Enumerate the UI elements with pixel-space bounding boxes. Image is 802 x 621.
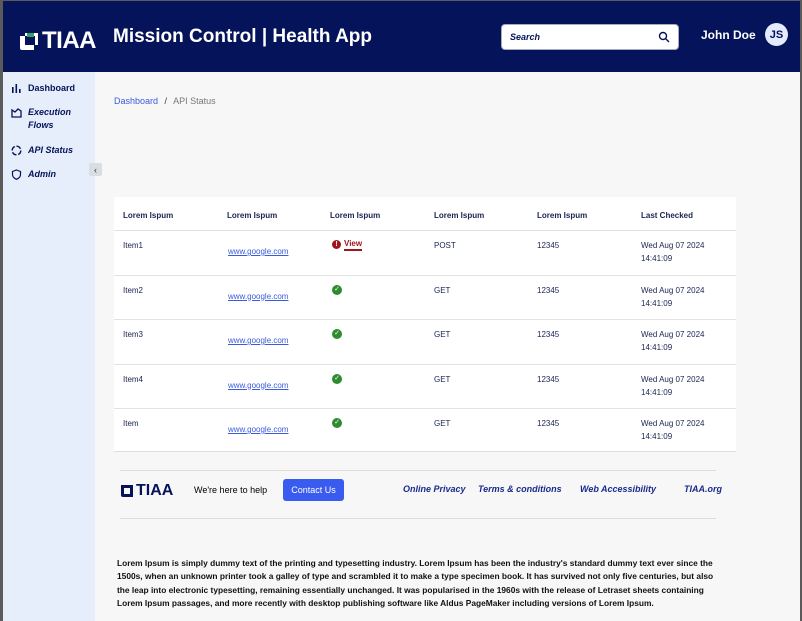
avatar[interactable]: JS <box>765 23 788 46</box>
last-checked-date: Wed Aug 07 2024 <box>641 241 705 250</box>
tiaa-logo-icon <box>20 32 38 50</box>
collapse-sidebar-button[interactable]: ‹ <box>89 163 102 176</box>
last-checked-date: Wed Aug 07 2024 <box>641 285 705 295</box>
help-text: We're here to help <box>194 485 268 495</box>
status-cell: ✓ <box>332 328 342 339</box>
last-checked-time: 14:41:09 <box>641 298 673 308</box>
status-cell[interactable]: ! View <box>332 239 363 251</box>
app-window: TIAA Mission Control | Health App Search… <box>3 1 800 621</box>
sidebar-item-label: Admin <box>28 169 56 179</box>
footer-text: Lorem Ipsum is simply dummy text of the … <box>117 558 714 608</box>
column-header[interactable]: Lorem Ispum <box>434 211 484 220</box>
sidebar-item-label: Dashboard <box>28 83 76 93</box>
response-code: 12345 <box>537 374 560 384</box>
last-checked-date: Wed Aug 07 2024 <box>641 330 705 339</box>
breadcrumb-current: API Status <box>173 96 216 106</box>
divider <box>120 518 716 519</box>
url-text[interactable]: www.google.com <box>228 381 288 390</box>
footer-logo-text: TIAA <box>136 482 174 499</box>
search-input[interactable]: Search <box>501 24 679 50</box>
response-code: 12345 <box>537 330 560 339</box>
search-icon[interactable] <box>658 31 670 43</box>
status-ring-icon <box>11 145 22 156</box>
column-header[interactable]: Lorem Ispum <box>227 211 277 220</box>
api-status-table: Lorem Ispum Lorem Ispum Lorem Ispum Lorem I… <box>114 197 736 452</box>
sidebar-item-dashboard[interactable]: Dashboard <box>11 82 75 95</box>
sidebar-item-api-status[interactable]: API Status <box>11 144 73 157</box>
http-method: GET <box>434 419 451 428</box>
url-text[interactable]: www.google.com <box>228 425 288 434</box>
online-privacy-link[interactable]: Online Privacy <box>403 484 466 494</box>
web-accessibility-link[interactable]: Web Accessibility <box>580 484 656 494</box>
tiaa-logo-icon <box>121 485 133 497</box>
breadcrumb-separator: / <box>164 96 168 106</box>
error-icon: ! <box>332 240 341 249</box>
http-method: GET <box>434 330 451 339</box>
row-divider <box>114 363 736 365</box>
response-code: 12345 <box>537 285 560 295</box>
bar-chart-icon <box>12 84 21 93</box>
shield-icon <box>11 169 22 180</box>
http-method: GET <box>434 374 451 384</box>
status-cell: ✓ <box>332 373 342 384</box>
url-link[interactable]: www.google.com <box>228 336 288 345</box>
last-checked-date: Wed Aug 07 2024 <box>641 419 705 428</box>
column-header[interactable]: Lorem Ispum <box>123 211 173 220</box>
check-circle-icon: ✓ <box>332 418 342 428</box>
status-cell: ✓ <box>332 417 342 428</box>
terms-link[interactable]: Terms & conditions <box>478 484 562 494</box>
url-link[interactable]: www.google.com <box>228 425 288 434</box>
check-circle-icon: ✓ <box>332 373 342 384</box>
search-placeholder: Search <box>510 32 541 42</box>
row-divider <box>114 230 736 231</box>
contact-us-button[interactable]: Contact Us <box>283 479 344 501</box>
sidebar-item-admin[interactable]: Admin <box>11 168 56 181</box>
item-name: Item <box>123 419 139 428</box>
sidebar-item-label: API Status <box>28 145 74 155</box>
sidebar-item-execution-flows[interactable]: Execution Flows <box>11 106 81 132</box>
user-name[interactable]: John Doe <box>701 28 756 42</box>
response-code: 12345 <box>537 241 560 250</box>
tiaa-logo[interactable]: TIAA <box>20 27 97 55</box>
row-divider <box>114 408 736 409</box>
app-title: Mission Control | Health App <box>113 26 372 47</box>
item-name: Item4 <box>123 374 144 384</box>
url-link[interactable]: www.google.com <box>228 247 288 256</box>
column-header[interactable]: Lorem Ispum <box>537 211 587 220</box>
view-error-link[interactable]: View <box>344 239 363 251</box>
footer-logo[interactable]: TIAA <box>121 482 173 500</box>
tiaa-org-link[interactable]: TIAA.org <box>684 484 722 494</box>
url-link[interactable]: www.google.com <box>228 292 288 301</box>
column-header[interactable]: Lorem Ispum <box>330 211 380 220</box>
divider <box>120 470 716 471</box>
item-name: Item1 <box>123 241 144 250</box>
flow-icon <box>11 108 22 118</box>
check-circle-icon: ✓ <box>332 329 342 339</box>
sidebar-item-label: Execution Flows <box>28 107 72 130</box>
http-method: GET <box>434 285 451 295</box>
url-text[interactable]: www.google.com <box>228 336 288 345</box>
row-divider <box>114 319 736 320</box>
url-text[interactable]: www.google.com <box>228 247 288 256</box>
column-header[interactable]: Last Checked <box>641 211 693 220</box>
item-name: Item2 <box>123 285 144 295</box>
item-name: Item3 <box>123 330 144 339</box>
url-text[interactable]: www.google.com <box>228 292 288 301</box>
last-checked-time: 14:41:09 <box>641 254 673 263</box>
sidebar: Dashboard Execution Flows API Status Adm… <box>3 72 95 621</box>
logo-text: TIAA <box>42 27 97 54</box>
check-circle-icon: ✓ <box>332 284 342 295</box>
breadcrumb: Dashboard / API Status <box>114 96 216 106</box>
row-divider <box>114 274 736 276</box>
last-checked-date: Wed Aug 07 2024 <box>641 374 705 384</box>
response-code: 12345 <box>537 419 560 428</box>
http-method: POST <box>434 241 456 250</box>
last-checked-time: 14:41:09 <box>641 343 673 352</box>
header: TIAA Mission Control | Health App Search… <box>3 1 800 72</box>
last-checked-time: 14:41:09 <box>641 387 673 397</box>
url-link[interactable]: www.google.com <box>228 381 288 390</box>
status-cell: ✓ <box>332 284 342 295</box>
last-checked-time: 14:41:09 <box>641 432 673 441</box>
breadcrumb-dashboard[interactable]: Dashboard <box>114 96 158 106</box>
